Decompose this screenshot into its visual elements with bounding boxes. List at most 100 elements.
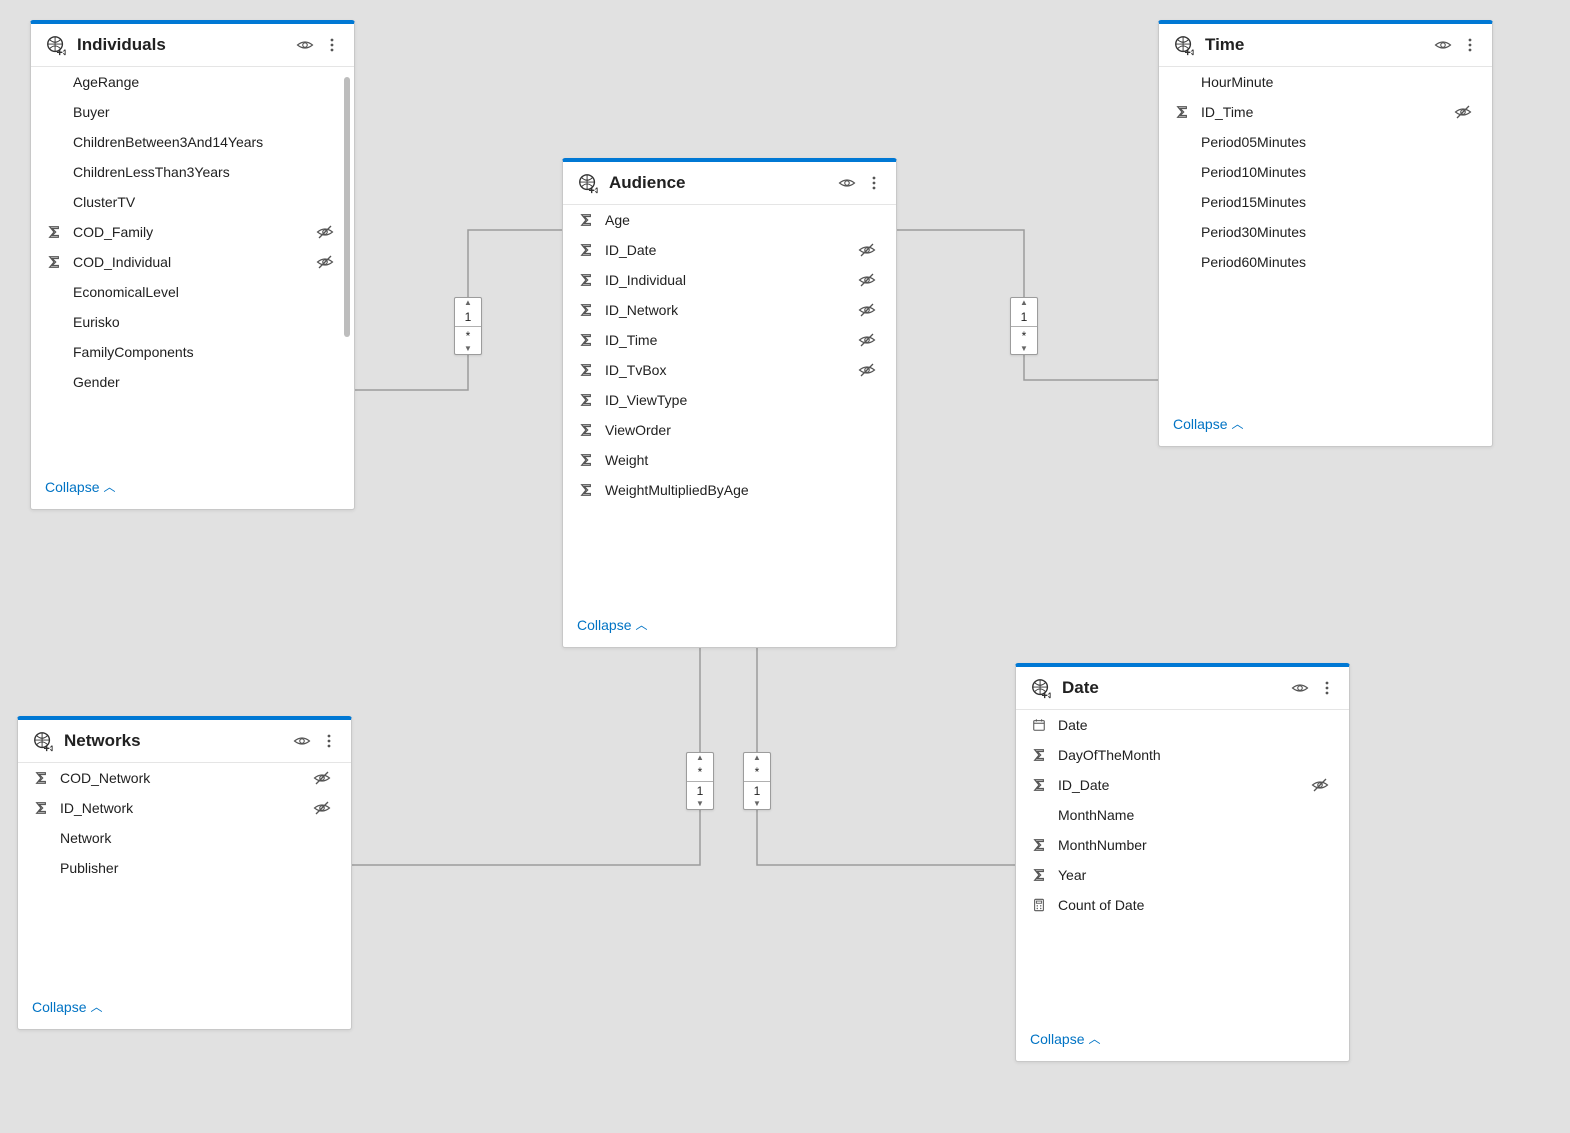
field-name: Date	[1058, 717, 1335, 733]
visibility-icon[interactable]	[293, 732, 311, 750]
field-name: WeightMultipliedByAge	[605, 482, 882, 498]
field-name: COD_Family	[73, 224, 306, 240]
sum-icon	[45, 225, 63, 239]
field-row[interactable]: HourMinute	[1159, 67, 1492, 97]
field-row[interactable]: ID_Individual	[563, 265, 896, 295]
field-row[interactable]: ID_Network	[18, 793, 351, 823]
field-name: ID_ViewType	[605, 392, 882, 408]
field-name: ID_Individual	[605, 272, 848, 288]
collapse-button[interactable]: Collapse︿	[18, 988, 351, 1029]
field-row[interactable]: Period10Minutes	[1159, 157, 1492, 187]
hidden-icon	[858, 241, 876, 259]
sum-icon	[577, 363, 595, 377]
field-row[interactable]: Period30Minutes	[1159, 217, 1492, 247]
field-row[interactable]: Count of Date	[1016, 890, 1349, 920]
field-name: Gender	[73, 374, 340, 390]
table-header[interactable]: Date	[1016, 667, 1349, 710]
field-name: HourMinute	[1201, 74, 1478, 90]
visibility-icon[interactable]	[1434, 36, 1452, 54]
field-row[interactable]: ChildrenLessThan3Years	[31, 157, 354, 187]
table-card-time[interactable]: Time HourMinute ID_TimePeriod05Minutes Peri…	[1158, 20, 1493, 447]
field-row[interactable]: Period05Minutes	[1159, 127, 1492, 157]
sum-icon	[32, 771, 50, 785]
field-row[interactable]: ID_Time	[563, 325, 896, 355]
field-name: Year	[1058, 867, 1335, 883]
field-row[interactable]: Age	[563, 205, 896, 235]
table-card-date[interactable]: Date Date DayOfTheMonthID_Date MonthName Mon…	[1015, 663, 1350, 1062]
field-name: Period10Minutes	[1201, 164, 1478, 180]
field-row[interactable]: ID_Time	[1159, 97, 1492, 127]
table-card-audience[interactable]: AudienceAge ID_Date ID_Individual ID_Networ…	[562, 158, 897, 648]
field-row[interactable]: ClusterTV	[31, 187, 354, 217]
field-row[interactable]: AgeRange	[31, 67, 354, 97]
field-row[interactable]: MonthNumber	[1016, 830, 1349, 860]
table-card-networks[interactable]: NetworksCOD_NetworkID_NetworkNetworkPubl…	[17, 716, 352, 1030]
chevron-up-icon: ︿	[103, 478, 115, 495]
sum-icon	[577, 213, 595, 227]
field-row[interactable]: Network	[18, 823, 351, 853]
table-icon	[577, 172, 599, 194]
field-name: ID_Date	[605, 242, 848, 258]
table-card-individuals[interactable]: IndividualsAgeRangeBuyer ChildrenBetween3…	[30, 20, 355, 510]
field-row[interactable]: Buyer	[31, 97, 354, 127]
relationship-cardinality[interactable]: ▲*1▼	[686, 752, 714, 810]
field-row[interactable]: ID_TvBox	[563, 355, 896, 385]
field-row[interactable]: ID_ViewType	[563, 385, 896, 415]
field-row[interactable]: Eurisko	[31, 307, 354, 337]
more-options-icon[interactable]	[866, 175, 882, 191]
cardinality-from: *	[744, 763, 770, 781]
sum-icon	[1173, 105, 1191, 119]
more-options-icon[interactable]	[324, 37, 340, 53]
field-row[interactable]: MonthName	[1016, 800, 1349, 830]
table-header[interactable]: Audience	[563, 162, 896, 205]
field-name: MonthName	[1058, 807, 1335, 823]
field-row[interactable]: ID_Date	[563, 235, 896, 265]
more-options-icon[interactable]	[321, 733, 337, 749]
table-header[interactable]: Networks	[18, 720, 351, 763]
field-name: ChildrenBetween3And14Years	[73, 134, 340, 150]
relationship-cardinality[interactable]: ▲1*▼	[1010, 297, 1038, 355]
field-row[interactable]: COD_Network	[18, 763, 351, 793]
sum-icon	[577, 333, 595, 347]
calendar-icon	[1030, 718, 1048, 732]
field-row[interactable]: ChildrenBetween3And14Years	[31, 127, 354, 157]
table-icon	[32, 730, 54, 752]
chevron-down-icon: ▼	[455, 344, 481, 354]
cardinality-to: *	[455, 326, 481, 344]
field-row[interactable]: EconomicalLevel	[31, 277, 354, 307]
more-options-icon[interactable]	[1319, 680, 1335, 696]
relationship-cardinality[interactable]: ▲*1▼	[743, 752, 771, 810]
field-row[interactable]: Date	[1016, 710, 1349, 740]
scrollbar[interactable]	[344, 77, 350, 337]
collapse-button[interactable]: Collapse︿	[1016, 1020, 1349, 1061]
field-row[interactable]: ViewOrder	[563, 415, 896, 445]
field-row[interactable]: Period15Minutes	[1159, 187, 1492, 217]
relationship-cardinality[interactable]: ▲1*▼	[454, 297, 482, 355]
field-name: FamilyComponents	[73, 344, 340, 360]
table-icon	[45, 34, 67, 56]
field-row[interactable]: ID_Date	[1016, 770, 1349, 800]
field-row[interactable]: Gender	[31, 367, 354, 397]
field-row[interactable]: Period60Minutes	[1159, 247, 1492, 277]
field-row[interactable]: DayOfTheMonth	[1016, 740, 1349, 770]
field-row[interactable]: COD_Individual	[31, 247, 354, 277]
field-row[interactable]: FamilyComponents	[31, 337, 354, 367]
visibility-icon[interactable]	[838, 174, 856, 192]
visibility-icon[interactable]	[296, 36, 314, 54]
field-row[interactable]: Publisher	[18, 853, 351, 883]
field-row[interactable]: ID_Network	[563, 295, 896, 325]
sum-icon	[1030, 868, 1048, 882]
field-row[interactable]: WeightMultipliedByAge	[563, 475, 896, 505]
collapse-button[interactable]: Collapse︿	[31, 468, 354, 509]
chevron-up-icon: ▲	[744, 753, 770, 763]
more-options-icon[interactable]	[1462, 37, 1478, 53]
visibility-icon[interactable]	[1291, 679, 1309, 697]
field-row[interactable]: Weight	[563, 445, 896, 475]
collapse-button[interactable]: Collapse︿	[563, 606, 896, 647]
sum-icon	[1030, 778, 1048, 792]
field-row[interactable]: Year	[1016, 860, 1349, 890]
table-header[interactable]: Time	[1159, 24, 1492, 67]
collapse-button[interactable]: Collapse︿	[1159, 405, 1492, 446]
table-header[interactable]: Individuals	[31, 24, 354, 67]
field-row[interactable]: COD_Family	[31, 217, 354, 247]
